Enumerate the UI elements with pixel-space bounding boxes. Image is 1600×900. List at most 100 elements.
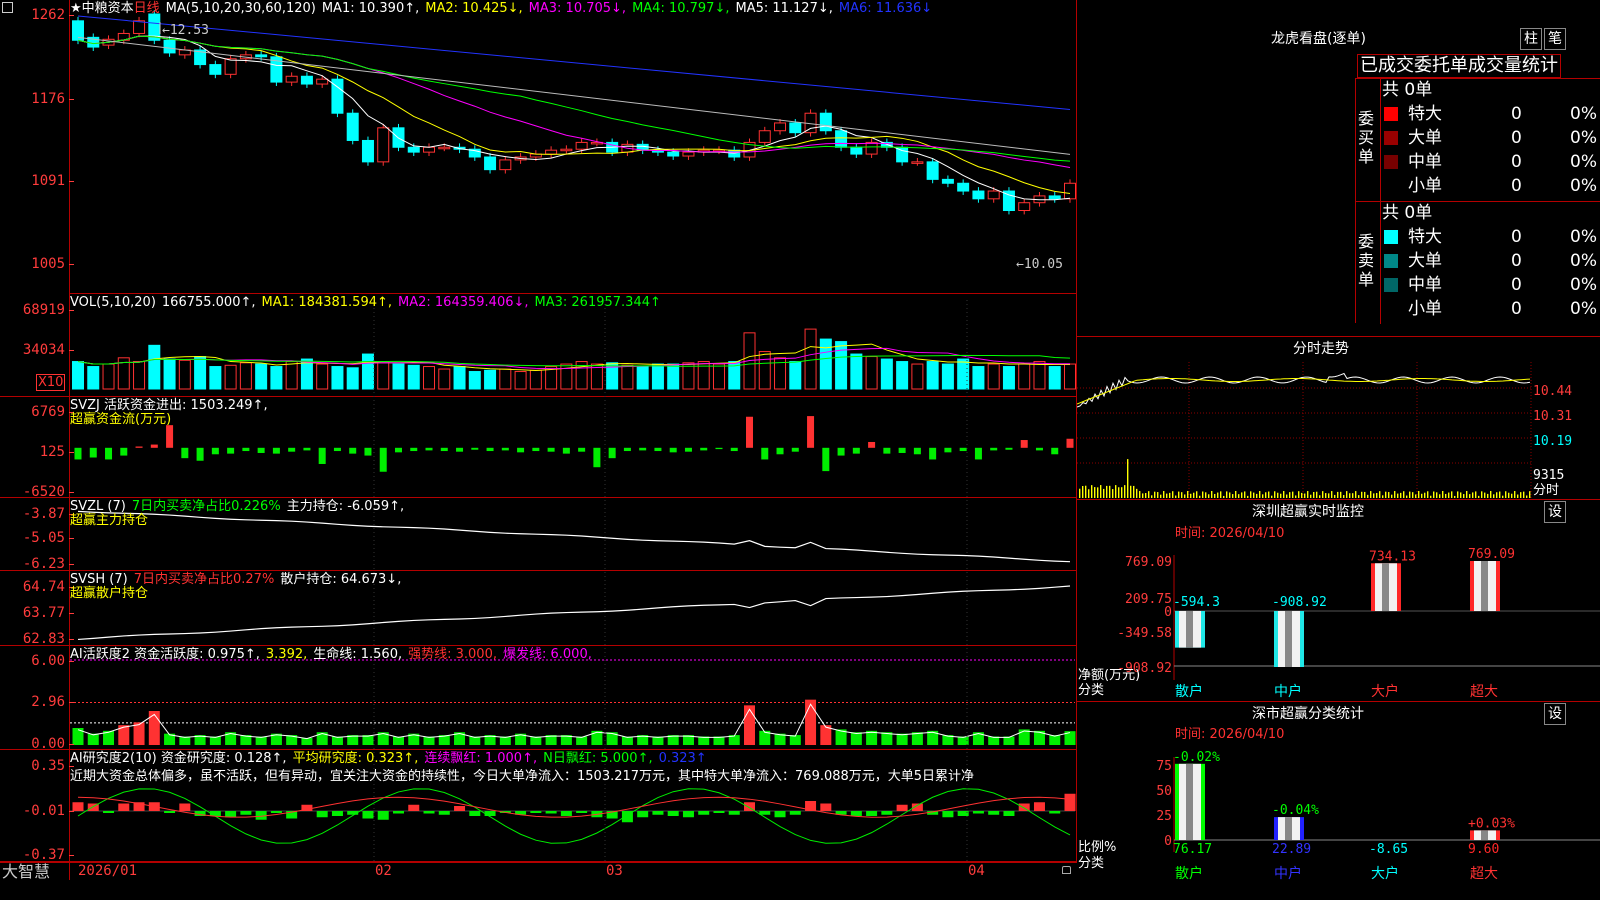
buy-rows-pct-2: 0%	[1570, 152, 1597, 172]
buy-rows-total: 共 0单	[1382, 80, 1433, 100]
svzj-bar	[715, 447, 723, 450]
svzj-bar	[807, 416, 815, 448]
intraday-vol-bar	[1478, 495, 1480, 498]
intraday-vol-bar	[1499, 491, 1501, 498]
vol-bar	[1002, 366, 1015, 390]
menu-icon[interactable]	[2, 2, 13, 13]
cls-bar-core-1	[1285, 817, 1292, 840]
svsh-y-tick-1: 63.77	[0, 605, 74, 621]
cls-y-tick-2: 25	[1156, 809, 1172, 824]
period-label[interactable]: 日线	[134, 1, 160, 16]
intraday-y-1: 10.31	[1533, 409, 1573, 424]
cls-chg-1: -0.04%	[1272, 803, 1319, 818]
intraday-vol-bar	[1403, 491, 1405, 498]
hdr-svzj-item-0: SVZJ 活跃资金进出: 1503.249↑,	[70, 398, 268, 413]
kline-candle	[1048, 195, 1061, 200]
kline-y-tick-2: 1091	[0, 173, 74, 189]
sz-bar-core-3	[1481, 561, 1488, 611]
svzj-bar	[639, 447, 647, 451]
ai2-bar	[316, 811, 328, 818]
intraday-vol-bar	[1442, 491, 1444, 498]
intraday-vol-bar	[1358, 495, 1360, 498]
intraday-vol-bar	[1382, 495, 1384, 498]
ai1-bar	[805, 699, 817, 745]
x-tick-0: 2026/01	[78, 863, 138, 879]
buy-rows-pct-3: 0%	[1570, 176, 1597, 196]
vol-bar	[941, 363, 954, 390]
intraday-vol-bar	[1163, 491, 1165, 498]
svzj-bar	[517, 447, 525, 453]
vol-bar	[178, 359, 191, 390]
ai2-bar	[682, 811, 694, 818]
cls-chg-0: -0.02%	[1173, 750, 1220, 765]
tick-mode-button[interactable]: 笔	[1544, 28, 1566, 50]
lock-icon[interactable]	[1062, 866, 1071, 874]
vol-y-tick-0: 68919	[0, 302, 74, 318]
intraday-vol-bar	[1361, 491, 1363, 498]
kline-candle	[438, 146, 451, 150]
vol-bar	[499, 368, 512, 390]
kline-candle	[911, 161, 924, 164]
ai1-y-tick-2: 0.00	[0, 736, 74, 752]
bar-mode-button[interactable]: 柱	[1520, 28, 1542, 50]
intraday-vol-bar	[1268, 491, 1270, 498]
order-stats-tabs[interactable]: 已成交委托单成交量统计	[1357, 54, 1561, 78]
svzj-bar	[89, 447, 97, 458]
right-panel: 龙虎看盘(逐单) 柱 笔 已成交委托单成交量统计 委买单 委卖单 共 0单 特大 0…	[1077, 0, 1600, 900]
intraday-vol-bar	[1181, 492, 1183, 498]
svzj-bar	[761, 447, 769, 460]
ai2-comment: 近期大资金总体偏多，虽不活跃，但有异动，宜关注大资金的持续性，今日大单净流入：1…	[70, 769, 975, 784]
hdr-ai2-item-4: 0.323↑	[658, 751, 707, 766]
svzj-bar	[852, 447, 860, 454]
kline-candle	[133, 20, 146, 34]
intraday-vol-bar	[1169, 492, 1171, 498]
vol-bar	[484, 369, 497, 390]
intraday-vol-bar	[1184, 494, 1186, 498]
ai2-bar	[652, 811, 664, 815]
intraday-vol-bar	[1328, 493, 1330, 498]
intraday-vol-bar	[1508, 492, 1510, 498]
sell-rows-count-0: 0	[1511, 227, 1522, 247]
intraday-vol-bar	[1493, 494, 1495, 498]
ai2-header: AI研究度2(10) 资金研究度: 0.128↑, 平均研究度: 0.323↑, 连…	[70, 751, 713, 766]
kline-candle	[941, 178, 954, 184]
kline-candle	[209, 64, 222, 75]
intraday-vol-bar	[1145, 493, 1147, 498]
x-tick-1: 02	[375, 863, 392, 879]
main-chart-area[interactable]: ←12.53 ←10.05 1262 1176 1091 1005 68919 34034 6…	[0, 0, 1077, 900]
intraday-vol-bar	[1298, 491, 1300, 498]
intraday-vol-bar	[1238, 494, 1240, 498]
intraday-vol-bar	[1226, 491, 1228, 498]
svzj-bar	[303, 447, 311, 451]
vol-bar	[636, 366, 649, 390]
vol-bar	[789, 361, 802, 390]
vol-bar	[865, 356, 878, 390]
ai2-bar	[881, 811, 893, 815]
svzj-bar	[166, 425, 174, 448]
ai2-bar	[728, 811, 740, 815]
vol-bar	[163, 358, 176, 390]
ai2-bar	[469, 811, 481, 816]
cls-cat-1: 中户	[1274, 865, 1302, 882]
cls-cat-3: 超大	[1470, 866, 1498, 882]
cls-cat-0: 散户	[1175, 865, 1203, 882]
kline-candle	[484, 156, 497, 171]
stock-name[interactable]: ★中粮资本	[70, 1, 134, 16]
svzj-bar	[1020, 440, 1028, 448]
kline-candle	[682, 151, 695, 157]
svzj-bar	[623, 447, 631, 452]
sell-rows-pct-2: 0%	[1570, 275, 1597, 295]
intraday-vol-bar	[1121, 487, 1123, 498]
vol-bar	[407, 364, 420, 390]
cls-chart: 75 50 25 0 -0.02% 76.17 散户 -0.04% 22.89 中户 -8.65 大户…	[1156, 750, 1600, 882]
intraday-vol-bar	[1250, 491, 1252, 498]
ai2-bar	[225, 811, 237, 818]
ai2-bar	[118, 803, 130, 811]
cls-y-tick-1: 50	[1156, 784, 1172, 799]
kline-candle	[361, 139, 374, 163]
intraday-vol-bar	[1334, 494, 1336, 498]
intraday-vol-bar	[1112, 489, 1114, 498]
buy-rows-swatch-0	[1384, 107, 1398, 121]
ai2-bar	[454, 806, 466, 811]
intraday-vol-bar	[1202, 491, 1204, 498]
